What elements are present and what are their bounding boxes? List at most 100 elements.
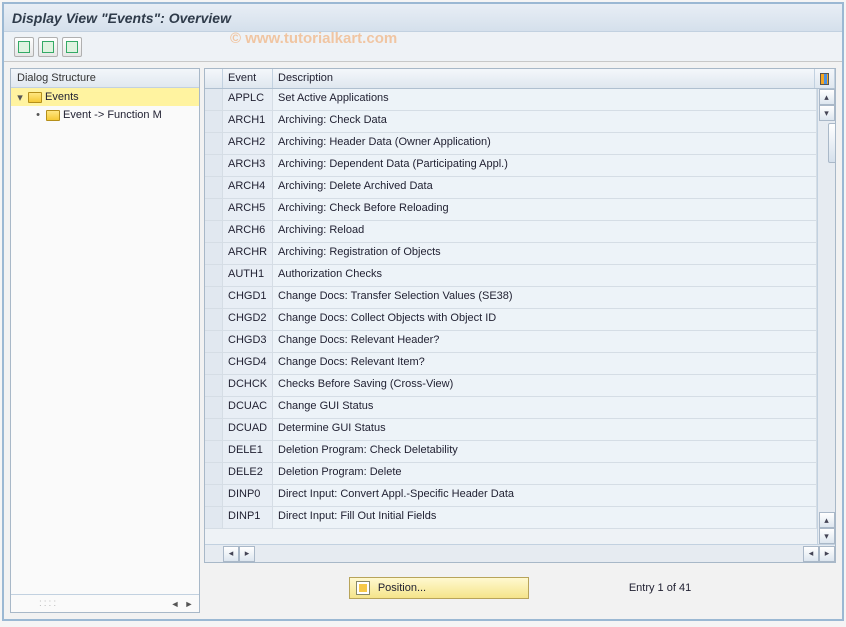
cell-description: Deletion Program: Delete xyxy=(273,463,817,484)
cell-event: ARCHR xyxy=(223,243,273,264)
cell-event: DINP1 xyxy=(223,507,273,528)
row-selector[interactable] xyxy=(205,111,223,132)
table-icon xyxy=(66,41,78,53)
table-icon xyxy=(18,41,30,53)
column-description[interactable]: Description xyxy=(273,69,815,88)
sidebar-scrollbar: :::: ◄ ► xyxy=(11,594,199,612)
row-selector[interactable] xyxy=(205,353,223,374)
table-row[interactable]: ARCH6Archiving: Reload xyxy=(205,221,817,243)
row-selector[interactable] xyxy=(205,309,223,330)
table-icon xyxy=(42,41,54,53)
tree-item-event-function[interactable]: • Event -> Function M xyxy=(11,106,199,124)
scroll-up-icon[interactable]: ▴ xyxy=(819,512,835,528)
cell-description: Authorization Checks xyxy=(273,265,817,286)
cell-description: Archiving: Delete Archived Data xyxy=(273,177,817,198)
toolbar-button-1[interactable] xyxy=(14,37,34,57)
cell-description: Change Docs: Transfer Selection Values (… xyxy=(273,287,817,308)
table-config-button[interactable] xyxy=(815,69,835,88)
row-selector[interactable] xyxy=(205,507,223,528)
table-row[interactable]: DCHCKChecks Before Saving (Cross-View) xyxy=(205,375,817,397)
row-selector[interactable] xyxy=(205,375,223,396)
sidebar-header: Dialog Structure xyxy=(11,69,199,88)
row-selector[interactable] xyxy=(205,331,223,352)
table-row[interactable]: ARCH3Archiving: Dependent Data (Particip… xyxy=(205,155,817,177)
select-all-column[interactable] xyxy=(205,69,223,88)
row-selector[interactable] xyxy=(205,133,223,154)
page-title: Display View "Events": Overview xyxy=(12,10,231,26)
row-selector[interactable] xyxy=(205,419,223,440)
cell-description: Archiving: Check Data xyxy=(273,111,817,132)
cell-description: Archiving: Check Before Reloading xyxy=(273,199,817,220)
table-row[interactable]: AUTH1Authorization Checks xyxy=(205,265,817,287)
table-row[interactable]: DCUACChange GUI Status xyxy=(205,397,817,419)
row-selector[interactable] xyxy=(205,177,223,198)
cell-description: Archiving: Dependent Data (Participating… xyxy=(273,155,817,176)
scroll-left-icon[interactable]: ◂ xyxy=(803,546,819,562)
position-button[interactable]: Position... xyxy=(349,577,529,599)
bullet-icon: • xyxy=(33,109,43,121)
cell-event: AUTH1 xyxy=(223,265,273,286)
table-row[interactable]: DINP1Direct Input: Fill Out Initial Fiel… xyxy=(205,507,817,529)
scroll-thumb[interactable] xyxy=(828,123,836,163)
toolbar-button-2[interactable] xyxy=(38,37,58,57)
cell-description: Archiving: Registration of Objects xyxy=(273,243,817,264)
table-row[interactable]: DELE1Deletion Program: Check Deletabilit… xyxy=(205,441,817,463)
table-row[interactable]: APPLCSet Active Applications xyxy=(205,89,817,111)
scroll-up-icon[interactable]: ▴ xyxy=(819,89,835,105)
table-row[interactable]: ARCHRArchiving: Registration of Objects xyxy=(205,243,817,265)
cell-event: DELE2 xyxy=(223,463,273,484)
scroll-down-icon[interactable]: ▾ xyxy=(819,528,835,544)
row-selector[interactable] xyxy=(205,265,223,286)
scroll-right-icon[interactable]: ► xyxy=(183,598,195,610)
cell-event: ARCH6 xyxy=(223,221,273,242)
cell-event: ARCH2 xyxy=(223,133,273,154)
toolbar-button-3[interactable] xyxy=(62,37,82,57)
resize-handle-icon[interactable]: :::: xyxy=(15,598,167,609)
cell-event: DCHCK xyxy=(223,375,273,396)
row-selector[interactable] xyxy=(205,89,223,110)
cell-event: APPLC xyxy=(223,89,273,110)
cell-description: Change GUI Status xyxy=(273,397,817,418)
cell-event: DCUAD xyxy=(223,419,273,440)
cell-event: CHGD1 xyxy=(223,287,273,308)
vertical-scrollbar[interactable]: ▴ ▾ ▴ ▾ xyxy=(817,89,835,544)
cell-event: CHGD3 xyxy=(223,331,273,352)
table-row[interactable]: ARCH4Archiving: Delete Archived Data xyxy=(205,177,817,199)
cell-description: Archiving: Header Data (Owner Applicatio… xyxy=(273,133,817,154)
folder-closed-icon xyxy=(46,110,60,121)
table-header: Event Description xyxy=(205,69,835,89)
scroll-right-icon[interactable]: ▸ xyxy=(239,546,255,562)
cell-description: Direct Input: Fill Out Initial Fields xyxy=(273,507,817,528)
row-selector[interactable] xyxy=(205,441,223,462)
table-row[interactable]: ARCH1Archiving: Check Data xyxy=(205,111,817,133)
table-row[interactable]: DELE2Deletion Program: Delete xyxy=(205,463,817,485)
column-event[interactable]: Event xyxy=(223,69,273,88)
cell-event: CHGD2 xyxy=(223,309,273,330)
row-selector[interactable] xyxy=(205,155,223,176)
row-selector[interactable] xyxy=(205,221,223,242)
row-selector[interactable] xyxy=(205,485,223,506)
table-row[interactable]: CHGD1Change Docs: Transfer Selection Val… xyxy=(205,287,817,309)
table-row[interactable]: CHGD2Change Docs: Collect Objects with O… xyxy=(205,309,817,331)
scroll-left-icon[interactable]: ◂ xyxy=(223,546,239,562)
table-row[interactable]: ARCH5Archiving: Check Before Reloading xyxy=(205,199,817,221)
table-row[interactable]: DINP0Direct Input: Convert Appl.-Specifi… xyxy=(205,485,817,507)
scroll-left-icon[interactable]: ◄ xyxy=(169,598,181,610)
row-selector[interactable] xyxy=(205,287,223,308)
dialog-structure-panel: Dialog Structure ▾ Events • Event -> Fun… xyxy=(10,68,200,613)
table-row[interactable]: CHGD3Change Docs: Relevant Header? xyxy=(205,331,817,353)
tree-item-events[interactable]: ▾ Events xyxy=(11,88,199,106)
cell-description: Deletion Program: Check Deletability xyxy=(273,441,817,462)
scroll-right-icon[interactable]: ▸ xyxy=(819,546,835,562)
table-row[interactable]: CHGD4Change Docs: Relevant Item? xyxy=(205,353,817,375)
cell-description: Change Docs: Collect Objects with Object… xyxy=(273,309,817,330)
collapse-icon[interactable]: ▾ xyxy=(15,91,25,104)
row-selector[interactable] xyxy=(205,397,223,418)
row-selector[interactable] xyxy=(205,243,223,264)
row-selector[interactable] xyxy=(205,463,223,484)
table-row[interactable]: DCUADDetermine GUI Status xyxy=(205,419,817,441)
table-row[interactable]: ARCH2Archiving: Header Data (Owner Appli… xyxy=(205,133,817,155)
scroll-down-icon[interactable]: ▾ xyxy=(819,105,835,121)
horizontal-scrollbar[interactable]: ◂ ▸ ◂ ▸ xyxy=(205,544,835,562)
row-selector[interactable] xyxy=(205,199,223,220)
